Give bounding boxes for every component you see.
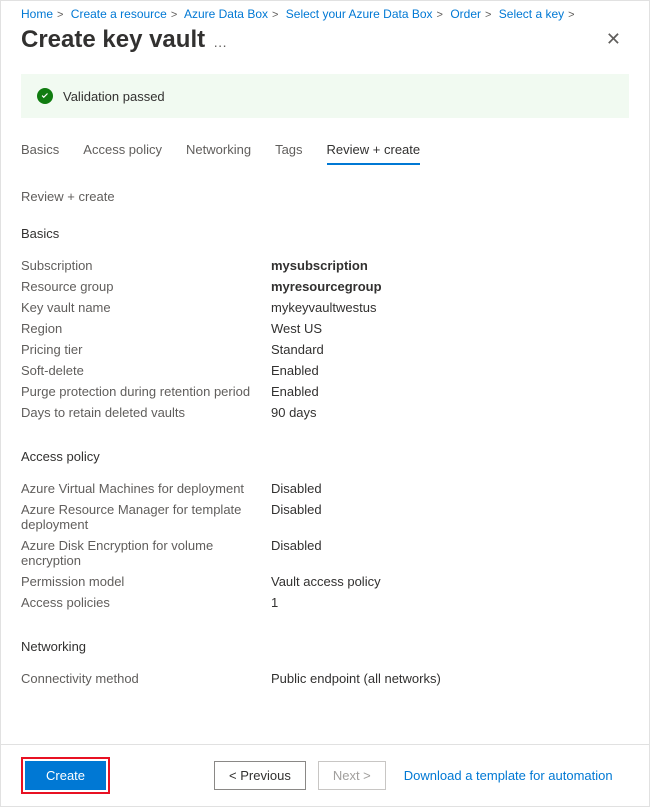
kv-label: Connectivity method (21, 671, 271, 686)
kv-value: 1 (271, 595, 278, 610)
kv-value: Disabled (271, 481, 322, 496)
basics-section: Subscriptionmysubscription Resource grou… (21, 255, 629, 423)
kv-label: Resource group (21, 279, 271, 294)
previous-button[interactable]: < Previous (214, 761, 306, 790)
kv-label: Purge protection during retention period (21, 384, 271, 399)
chevron-right-icon: > (437, 9, 443, 21)
kv-row: Azure Disk Encryption for volume encrypt… (21, 535, 629, 571)
kv-label: Soft-delete (21, 363, 271, 378)
kv-label: Azure Resource Manager for template depl… (21, 502, 271, 532)
tab-basics[interactable]: Basics (21, 136, 59, 165)
breadcrumb-link[interactable]: Azure Data Box (184, 7, 268, 21)
kv-label: Region (21, 321, 271, 336)
kv-value: Vault access policy (271, 574, 381, 589)
kv-value: Public endpoint (all networks) (271, 671, 441, 686)
kv-row: Azure Virtual Machines for deploymentDis… (21, 478, 629, 499)
check-circle-icon (37, 88, 53, 104)
kv-label: Subscription (21, 258, 271, 273)
tabs: Basics Access policy Networking Tags Rev… (21, 136, 629, 165)
kv-value: myresourcegroup (271, 279, 382, 294)
chevron-right-icon: > (272, 9, 278, 21)
kv-row: Days to retain deleted vaults90 days (21, 402, 629, 423)
create-button-highlight: Create (21, 757, 110, 794)
validation-banner: Validation passed (21, 74, 629, 118)
page-title: Create key vault (21, 26, 205, 54)
close-icon: ✕ (606, 29, 621, 49)
chevron-right-icon: > (57, 9, 63, 21)
breadcrumb-link[interactable]: Select a key (499, 7, 564, 21)
chevron-right-icon: > (485, 9, 491, 21)
close-button[interactable]: ✕ (598, 25, 629, 54)
kv-row: Access policies1 (21, 592, 629, 613)
kv-value: Standard (271, 342, 324, 357)
validation-text: Validation passed (63, 89, 165, 104)
kv-label: Pricing tier (21, 342, 271, 357)
kv-row: Purge protection during retention period… (21, 381, 629, 402)
kv-row: Pricing tierStandard (21, 339, 629, 360)
subheading: Review + create (21, 189, 629, 204)
networking-section: Connectivity methodPublic endpoint (all … (21, 668, 629, 689)
kv-row: Connectivity methodPublic endpoint (all … (21, 668, 629, 689)
kv-value: Disabled (271, 538, 322, 568)
kv-row: Soft-deleteEnabled (21, 360, 629, 381)
tab-review-create[interactable]: Review + create (327, 136, 421, 165)
tab-access-policy[interactable]: Access policy (83, 136, 162, 165)
kv-row: Permission modelVault access policy (21, 571, 629, 592)
kv-value: 90 days (271, 405, 317, 420)
kv-label: Days to retain deleted vaults (21, 405, 271, 420)
chevron-right-icon: > (568, 9, 574, 21)
breadcrumb-link[interactable]: Create a resource (71, 7, 167, 21)
breadcrumb-link[interactable]: Order (450, 7, 481, 21)
section-header-access-policy: Access policy (21, 449, 629, 464)
kv-value: mykeyvaultwestus (271, 300, 376, 315)
kv-label: Azure Disk Encryption for volume encrypt… (21, 538, 271, 568)
kv-label: Access policies (21, 595, 271, 610)
create-button[interactable]: Create (25, 761, 106, 790)
next-button: Next > (318, 761, 386, 790)
section-header-basics: Basics (21, 226, 629, 241)
kv-row: Azure Resource Manager for template depl… (21, 499, 629, 535)
kv-value: mysubscription (271, 258, 368, 273)
more-actions-button[interactable]: … (213, 34, 228, 50)
breadcrumb: Home > Create a resource > Azure Data Box >… (1, 1, 649, 21)
breadcrumb-link[interactable]: Home (21, 7, 53, 21)
tab-networking[interactable]: Networking (186, 136, 251, 165)
kv-row: Resource groupmyresourcegroup (21, 276, 629, 297)
download-template-link[interactable]: Download a template for automation (404, 768, 613, 783)
kv-value: Enabled (271, 384, 319, 399)
footer: Create < Previous Next > Download a temp… (1, 744, 649, 806)
chevron-right-icon: > (171, 9, 177, 21)
kv-label: Key vault name (21, 300, 271, 315)
kv-value: Disabled (271, 502, 322, 532)
kv-value: West US (271, 321, 322, 336)
kv-row: Key vault namemykeyvaultwestus (21, 297, 629, 318)
access-policy-section: Azure Virtual Machines for deploymentDis… (21, 478, 629, 613)
kv-value: Enabled (271, 363, 319, 378)
kv-row: RegionWest US (21, 318, 629, 339)
kv-label: Azure Virtual Machines for deployment (21, 481, 271, 496)
kv-label: Permission model (21, 574, 271, 589)
tab-tags[interactable]: Tags (275, 136, 302, 165)
kv-row: Subscriptionmysubscription (21, 255, 629, 276)
breadcrumb-link[interactable]: Select your Azure Data Box (286, 7, 433, 21)
section-header-networking: Networking (21, 639, 629, 654)
